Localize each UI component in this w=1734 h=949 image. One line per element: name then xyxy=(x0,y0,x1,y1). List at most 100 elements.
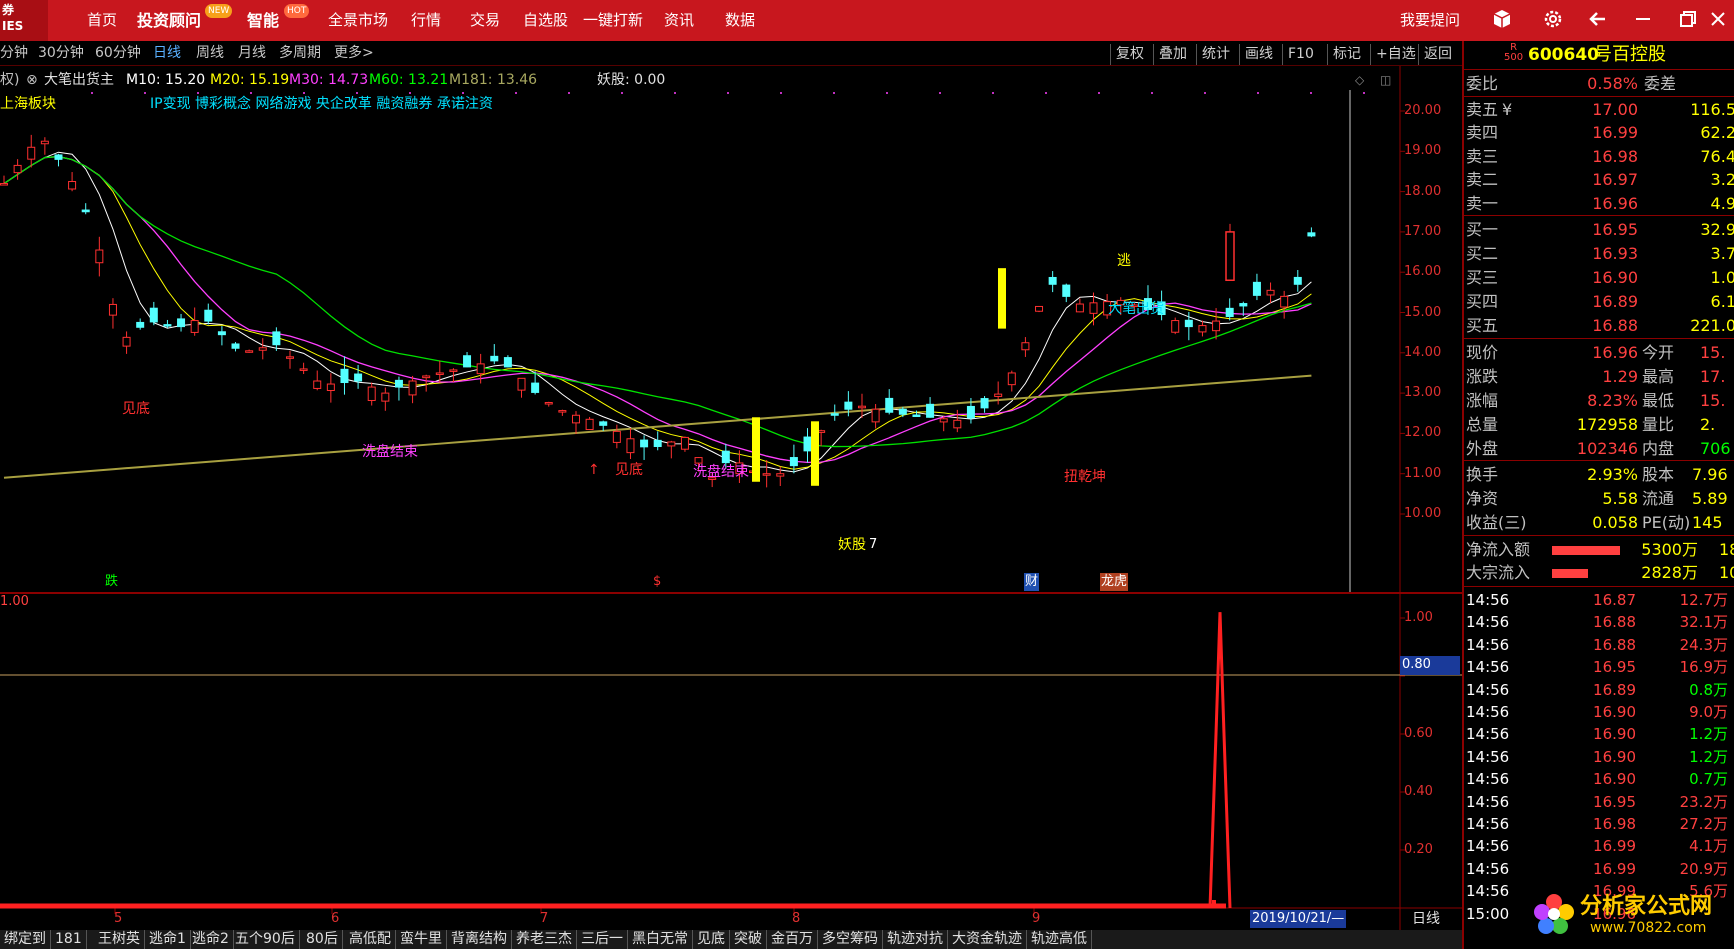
tool-overlay[interactable]: 叠加 xyxy=(1153,44,1187,65)
event-dollar[interactable]: $ xyxy=(653,573,661,591)
event-longhu[interactable]: 龙虎 xyxy=(1100,573,1129,591)
x-label-7: 7 xyxy=(540,911,549,926)
ask-row: 卖一 16.96 4.9 xyxy=(1466,193,1734,213)
indicator-tab[interactable]: 五个90后 xyxy=(231,930,300,949)
candle-body xyxy=(108,303,117,316)
indicator-tab[interactable]: 黑白无常 xyxy=(628,930,693,949)
marker-dot xyxy=(144,92,146,94)
hot-badge: HOT xyxy=(284,4,310,18)
period-30min[interactable]: 30分钟 xyxy=(38,41,84,66)
nav-news[interactable]: 资讯 xyxy=(664,0,694,41)
flow-row: 大宗流入2828万10 xyxy=(1466,563,1734,582)
panel-icon[interactable]: ◫ xyxy=(1380,71,1391,89)
indicator-tab[interactable]: 绑定到 xyxy=(0,930,51,949)
x-label-9: 9 xyxy=(1032,911,1041,926)
indicator-tab[interactable]: 见底 xyxy=(693,930,730,949)
x-label-8: 8 xyxy=(792,911,801,926)
tool-fuquan[interactable]: 复权 xyxy=(1110,44,1144,65)
diamond-icon[interactable]: ◇ xyxy=(1355,71,1364,89)
nav-market-overview[interactable]: 全景市场 xyxy=(328,0,388,41)
candle-body xyxy=(245,350,254,353)
concept-labels: IP变现 博彩概念 网络游戏 央企改革 融资融券 承诺注资 xyxy=(150,96,493,112)
period-60min[interactable]: 60分钟 xyxy=(95,41,141,66)
indicator-tab[interactable]: 养老三杰 xyxy=(512,930,577,949)
stat-row: 换手 2.93% 股本 7.96 xyxy=(1466,465,1728,484)
period-1min[interactable]: 分钟 xyxy=(0,41,28,66)
restore-icon[interactable] xyxy=(1675,8,1701,34)
candle-body xyxy=(95,249,104,264)
indicator-tab[interactable]: 王树英 xyxy=(94,930,145,949)
bid-row: 买二 16.93 3.7 xyxy=(1466,244,1734,263)
tool-add-watch[interactable]: +自选 xyxy=(1370,44,1416,65)
flow-bar xyxy=(1552,546,1620,555)
signal-jiandi-1: 见底 xyxy=(122,401,150,417)
nav-one-click-ipo[interactable]: 一键打新 xyxy=(583,0,643,41)
tool-stats[interactable]: 统计 xyxy=(1196,44,1230,65)
yaogu-value: 妖股: 0.00 xyxy=(597,72,666,88)
indicator-tab[interactable]: 181 xyxy=(51,930,87,949)
ask-row: 卖二 16.97 3.2 xyxy=(1466,170,1734,190)
candle-body xyxy=(857,405,866,409)
tick-row: 14:56 16.90 0.7万 xyxy=(1466,770,1728,789)
signal-candle xyxy=(998,268,1006,329)
nav-trade[interactable]: 交易 xyxy=(470,0,500,41)
close-icon[interactable] xyxy=(1705,8,1731,34)
price-tick-label: 17.00 xyxy=(1404,223,1442,239)
tool-draw[interactable]: 画线 xyxy=(1239,44,1273,65)
event-cai[interactable]: 财 xyxy=(1024,573,1040,591)
nav-investment-advisor[interactable]: 投资顾问 xyxy=(137,0,201,41)
candle-body xyxy=(313,380,322,389)
indicator-tab[interactable]: 轨迹对抗 xyxy=(883,930,948,949)
back-arrow-icon[interactable] xyxy=(1585,8,1611,34)
indicator-tab[interactable]: 大资金轨迹 xyxy=(948,930,1027,949)
candle-body xyxy=(27,146,36,160)
indicator-menu-icon[interactable]: ⊗ xyxy=(26,71,38,89)
marker-dot xyxy=(886,92,888,94)
indicator-tab[interactable]: 逃命1 xyxy=(145,930,191,949)
indicator-tab[interactable]: 逃命2 xyxy=(188,930,234,949)
indicator-tab[interactable]: 突破 xyxy=(730,930,767,949)
nav-data[interactable]: 数据 xyxy=(725,0,755,41)
app-logo: 券 IES xyxy=(0,0,48,41)
indicator-tab[interactable]: 背离结构 xyxy=(447,930,512,949)
tool-return[interactable]: 返回 xyxy=(1418,44,1452,65)
nav-watchlist[interactable]: 自选股 xyxy=(523,0,568,41)
indicator-tab[interactable]: 80后 xyxy=(302,930,343,949)
period-multi[interactable]: 多周期 xyxy=(279,41,321,66)
period-weekly[interactable]: 周线 xyxy=(196,41,224,66)
nav-smart[interactable]: 智能 xyxy=(247,0,279,41)
quote-panel: R 500 600640 号百控股 委比 0.58% 委差 卖五 17.00 116… xyxy=(1462,41,1734,949)
indicator-tab[interactable]: 金百万 xyxy=(767,930,818,949)
stat-row: 净资 5.58 流通 5.89 xyxy=(1466,489,1728,508)
indicator-name[interactable]: 大笔出货主 xyxy=(44,71,114,89)
nav-home[interactable]: 首页 xyxy=(87,0,117,41)
indicator-tab[interactable]: 轨迹高低 xyxy=(1027,930,1092,949)
indicator-tab[interactable]: 多空筹码 xyxy=(818,930,883,949)
tool-mark[interactable]: 标记 xyxy=(1327,44,1361,65)
signal-arrow-up: ↑ xyxy=(588,462,600,478)
candle-body xyxy=(1171,320,1180,333)
candle-body xyxy=(871,408,880,423)
nav-quotes[interactable]: 行情 xyxy=(411,0,441,41)
cube-icon[interactable] xyxy=(1489,8,1515,34)
period-daily[interactable]: 日线 xyxy=(153,41,181,66)
bid-row: 买一 16.95 32.9 xyxy=(1466,220,1734,239)
gear-icon[interactable] xyxy=(1540,8,1566,34)
candle-body xyxy=(803,436,812,452)
ask-question-link[interactable]: 我要提问 xyxy=(1400,0,1460,41)
indicator-tab[interactable]: 蛮牛里 xyxy=(396,930,447,949)
candle-body xyxy=(13,164,22,174)
candle-body xyxy=(1062,284,1071,297)
bid-row: 买四 16.89 6.1 xyxy=(1466,292,1734,311)
minimize-icon[interactable] xyxy=(1630,8,1656,34)
period-monthly[interactable]: 月线 xyxy=(238,41,266,66)
period-more[interactable]: 更多> xyxy=(334,41,374,66)
tool-f10[interactable]: F10 xyxy=(1282,44,1314,65)
indicator-tab[interactable]: 三后一 xyxy=(577,930,628,949)
indicator-tab[interactable]: 高低配 xyxy=(345,930,396,949)
lower-top-value: 1.00 xyxy=(0,594,29,609)
ask-row: 卖五 17.00 116.5 ¥ xyxy=(1466,100,1734,119)
event-die[interactable]: 跌 xyxy=(105,573,118,591)
signal-taopao: 逃 xyxy=(1117,253,1131,269)
kline-chart[interactable] xyxy=(0,66,1462,930)
